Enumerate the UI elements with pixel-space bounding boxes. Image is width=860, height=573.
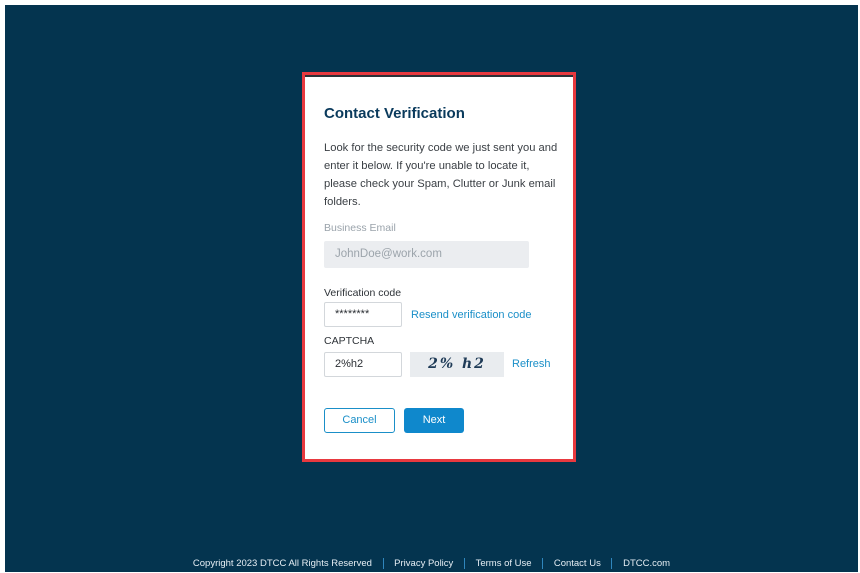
footer-divider xyxy=(382,558,384,569)
captcha-input[interactable]: 2%h2 xyxy=(324,352,402,377)
footer-link-terms-of-use[interactable]: Terms of Use xyxy=(476,558,532,569)
footer-link-dtcc[interactable]: DTCC.com xyxy=(623,558,670,569)
footer-divider xyxy=(611,558,613,569)
verification-code-label: Verification code xyxy=(324,287,402,299)
business-email-label: Business Email xyxy=(324,222,396,234)
footer-copyright: Copyright 2023 DTCC All Rights Reserved xyxy=(192,558,372,570)
page-footer: Copyright 2023 DTCC All Rights Reserved … xyxy=(5,558,858,569)
dialog-instructions: Look for the security code we just sent … xyxy=(324,142,558,208)
next-button[interactable]: Next xyxy=(404,408,464,433)
footer-link-privacy-policy[interactable]: Privacy Policy xyxy=(394,558,453,569)
captcha-label: CAPTCHA xyxy=(324,335,375,347)
dialog-card: Contact Verification Look for the securi… xyxy=(305,75,573,459)
verification-code-input[interactable]: ******** xyxy=(324,302,402,327)
captcha-refresh-link[interactable]: Refresh xyxy=(512,358,551,370)
footer-divider xyxy=(463,558,465,569)
footer-link-contact-us[interactable]: Contact Us xyxy=(554,558,601,569)
dialog-title: Contact Verification xyxy=(324,105,465,122)
verification-dialog: Contact Verification Look for the securi… xyxy=(302,72,576,462)
footer-divider xyxy=(542,558,544,569)
cancel-button[interactable]: Cancel xyxy=(324,408,395,433)
business-email-field: JohnDoe@work.com xyxy=(324,241,529,268)
captcha-image: 2% h2 xyxy=(410,352,504,377)
page-background: Contact Verification Look for the securi… xyxy=(5,5,858,572)
resend-code-link[interactable]: Resend verification code xyxy=(411,309,531,321)
